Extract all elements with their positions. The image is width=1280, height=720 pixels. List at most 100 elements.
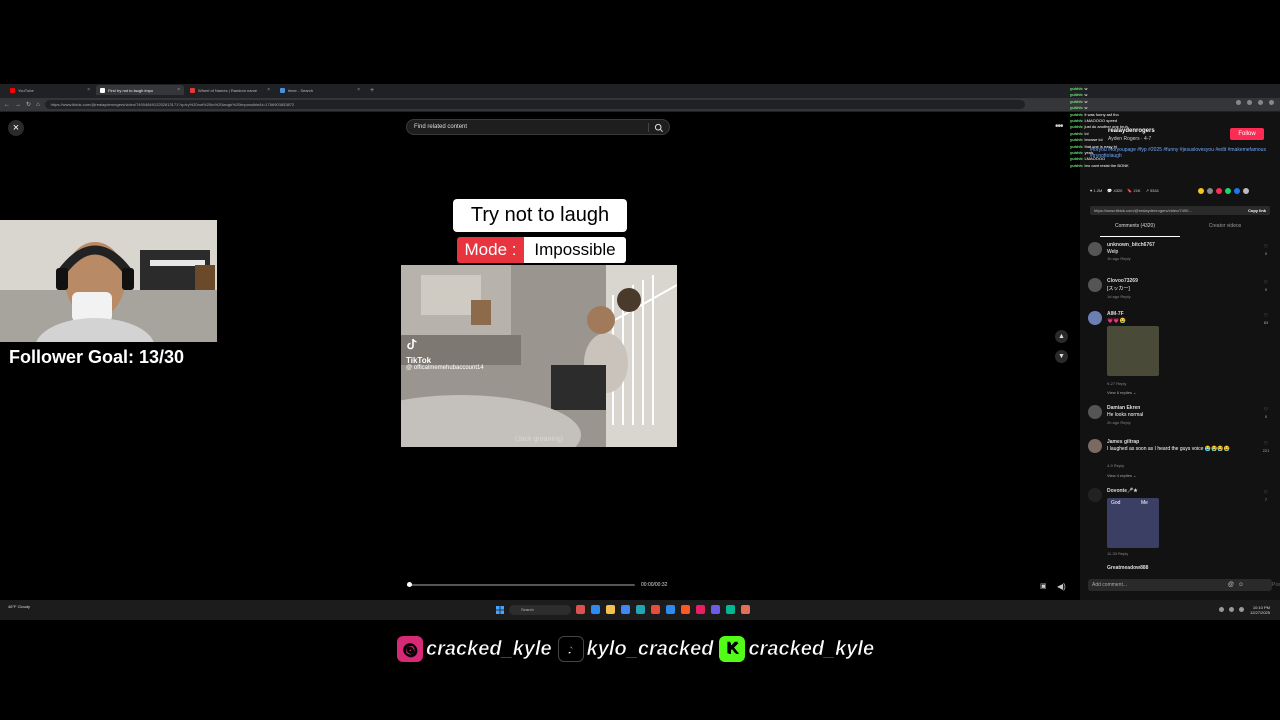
collections-icon[interactable] bbox=[1258, 100, 1263, 105]
windows-taskbar: 46°F Cloudy Search 10:10 PM 12/27/2025 bbox=[0, 600, 1280, 620]
progress-bar[interactable] bbox=[407, 582, 635, 587]
reload-icon[interactable]: ↻ bbox=[26, 101, 31, 108]
taskbar-app-icon[interactable] bbox=[741, 605, 750, 614]
copy-link-button[interactable]: Copy link bbox=[1248, 208, 1266, 213]
chat-username: yuhhh: bbox=[1070, 86, 1085, 91]
comment-placeholder: Add comment... bbox=[1092, 582, 1128, 588]
taskbar-app-icon[interactable] bbox=[681, 605, 690, 614]
close-tab-icon[interactable]: × bbox=[177, 87, 180, 93]
avatar[interactable] bbox=[1088, 439, 1102, 453]
taskbar-app-icon[interactable] bbox=[591, 605, 600, 614]
mode-value: Impossible bbox=[524, 237, 626, 263]
comment-username[interactable]: Dovonte🎤★ bbox=[1107, 488, 1138, 494]
view-replies-link[interactable]: View 6 replies ⌄ bbox=[1107, 390, 1136, 395]
comment-text: He looks normal bbox=[1107, 412, 1144, 418]
taskbar-app-icon[interactable] bbox=[696, 605, 705, 614]
avatar[interactable] bbox=[1088, 405, 1102, 419]
tab-youtube[interactable]: YouTube × bbox=[6, 85, 94, 95]
progress-handle[interactable] bbox=[407, 582, 413, 587]
weather-widget[interactable]: 46°F Cloudy bbox=[8, 604, 30, 609]
close-tab-icon[interactable]: × bbox=[267, 87, 270, 93]
close-icon[interactable]: × bbox=[8, 120, 24, 136]
emoji-icon[interactable]: ☺ bbox=[1238, 579, 1244, 591]
comment-meta[interactable]: 11-30 Reply bbox=[1107, 551, 1128, 556]
comment-meta[interactable]: 9-27 Reply bbox=[1107, 381, 1126, 386]
watermark-name: TikTok bbox=[406, 356, 432, 365]
post-button[interactable]: Post bbox=[1272, 579, 1280, 591]
heart-icon[interactable]: ♡ bbox=[1260, 280, 1272, 286]
tiktok-icon bbox=[100, 87, 105, 93]
caption-toggle-icon[interactable]: ▣ bbox=[1040, 582, 1047, 590]
send-icon[interactable] bbox=[1216, 188, 1222, 194]
taskbar-app-icon[interactable] bbox=[636, 605, 645, 614]
comment-meta[interactable]: 4-9 Reply bbox=[1107, 463, 1124, 468]
next-video-icon[interactable]: ▼ bbox=[1055, 350, 1068, 363]
heart-icon[interactable]: ♡ bbox=[1260, 490, 1272, 496]
facebook-icon[interactable] bbox=[1234, 188, 1240, 194]
back-icon[interactable]: ← bbox=[4, 102, 10, 108]
close-tab-icon[interactable]: × bbox=[357, 87, 360, 93]
comment-username[interactable]: James giltrap bbox=[1107, 439, 1139, 445]
search-icon[interactable] bbox=[654, 123, 664, 133]
profile-icon[interactable] bbox=[1269, 100, 1274, 105]
comment-meta[interactable]: 2h ago Reply bbox=[1107, 420, 1131, 425]
comment-meta[interactable]: 1d ago Reply bbox=[1107, 294, 1131, 299]
favorites-icon[interactable] bbox=[1247, 100, 1252, 105]
comment-sticker[interactable]: God Me bbox=[1107, 498, 1159, 548]
tab-creator-videos[interactable]: Creator videos bbox=[1180, 223, 1270, 229]
avatar[interactable] bbox=[1088, 311, 1102, 325]
new-tab-button[interactable]: + bbox=[366, 87, 374, 94]
view-replies-link[interactable]: View 4 replies ⌄ bbox=[1107, 473, 1136, 478]
tiktok-logo-icon bbox=[407, 338, 417, 350]
taskbar-app-icon[interactable] bbox=[666, 605, 675, 614]
comment-username[interactable]: Greatmeadow888 bbox=[1107, 565, 1148, 571]
share-more-icon[interactable] bbox=[1243, 188, 1249, 194]
avatar[interactable] bbox=[1088, 278, 1102, 292]
home-icon[interactable]: ⌂ bbox=[36, 102, 40, 108]
whatsapp-icon[interactable] bbox=[1225, 188, 1231, 194]
battery-icon[interactable] bbox=[1239, 607, 1244, 612]
taskbar-app-icon[interactable] bbox=[606, 605, 615, 614]
related-search-input[interactable]: Find related content bbox=[406, 119, 670, 135]
mention-icon[interactable]: @ bbox=[1228, 579, 1234, 591]
follow-button[interactable]: Follow bbox=[1230, 128, 1264, 140]
comment-username[interactable]: Clovoo73269 bbox=[1107, 278, 1138, 284]
instagram-handle-text: cracked_kyle bbox=[426, 637, 552, 660]
add-comment-input[interactable]: Add comment... @ ☺ Post bbox=[1088, 579, 1280, 591]
address-bar[interactable]: https://www.tiktok.com/@realaydenrogers/… bbox=[44, 100, 1025, 109]
avatar[interactable] bbox=[1088, 488, 1102, 502]
volume-icon[interactable]: ◀) bbox=[1057, 582, 1066, 591]
taskbar-app-icon[interactable] bbox=[576, 605, 585, 614]
wifi-icon[interactable] bbox=[1219, 607, 1224, 612]
forward-icon[interactable]: → bbox=[15, 102, 21, 108]
taskbar-app-icon[interactable] bbox=[651, 605, 660, 614]
comment-username[interactable]: AIM-7F bbox=[1107, 311, 1124, 317]
tab-tiktok[interactable]: Find try not to laugh impo × bbox=[96, 85, 184, 95]
embed-icon[interactable] bbox=[1198, 188, 1204, 194]
taskbar-clock[interactable]: 10:10 PM 12/27/2025 bbox=[1250, 605, 1270, 615]
kick-handle-text: cracked_kyle bbox=[748, 637, 875, 660]
chat-text: yeah bbox=[1084, 150, 1094, 156]
repost-icon[interactable] bbox=[1207, 188, 1213, 194]
comment-image[interactable] bbox=[1107, 326, 1159, 376]
taskbar-app-icon[interactable] bbox=[621, 605, 630, 614]
close-tab-icon[interactable]: × bbox=[87, 87, 90, 93]
windows-start-icon[interactable] bbox=[496, 606, 504, 614]
heart-icon[interactable]: ♡ bbox=[1260, 407, 1272, 413]
taskbar-search[interactable]: Search bbox=[509, 605, 571, 615]
previous-video-icon[interactable]: ▲ bbox=[1055, 330, 1068, 343]
tab-wheel-of-names[interactable]: Wheel of Names | Random name × bbox=[186, 85, 274, 95]
taskbar-app-icon[interactable] bbox=[711, 605, 720, 614]
video-player[interactable]: TikTok @ officalmemehubaccount14 (Jack g… bbox=[401, 265, 677, 447]
heart-icon[interactable]: ♡ bbox=[1260, 313, 1272, 319]
speaker-icon[interactable] bbox=[1229, 607, 1234, 612]
tab-timer-search[interactable]: timer - Search × bbox=[276, 85, 364, 95]
chat-username: yuhhh: bbox=[1070, 98, 1085, 104]
heart-icon[interactable]: ♡ bbox=[1260, 244, 1272, 250]
comment-username[interactable]: Damian Ekren bbox=[1107, 405, 1140, 411]
extension-icon[interactable] bbox=[1236, 100, 1241, 105]
comment-text: 💗💗😭 bbox=[1107, 318, 1126, 324]
more-options-icon[interactable]: ••• bbox=[1055, 121, 1063, 132]
taskbar-app-icon[interactable] bbox=[726, 605, 735, 614]
heart-icon[interactable]: ♡ bbox=[1260, 441, 1272, 447]
